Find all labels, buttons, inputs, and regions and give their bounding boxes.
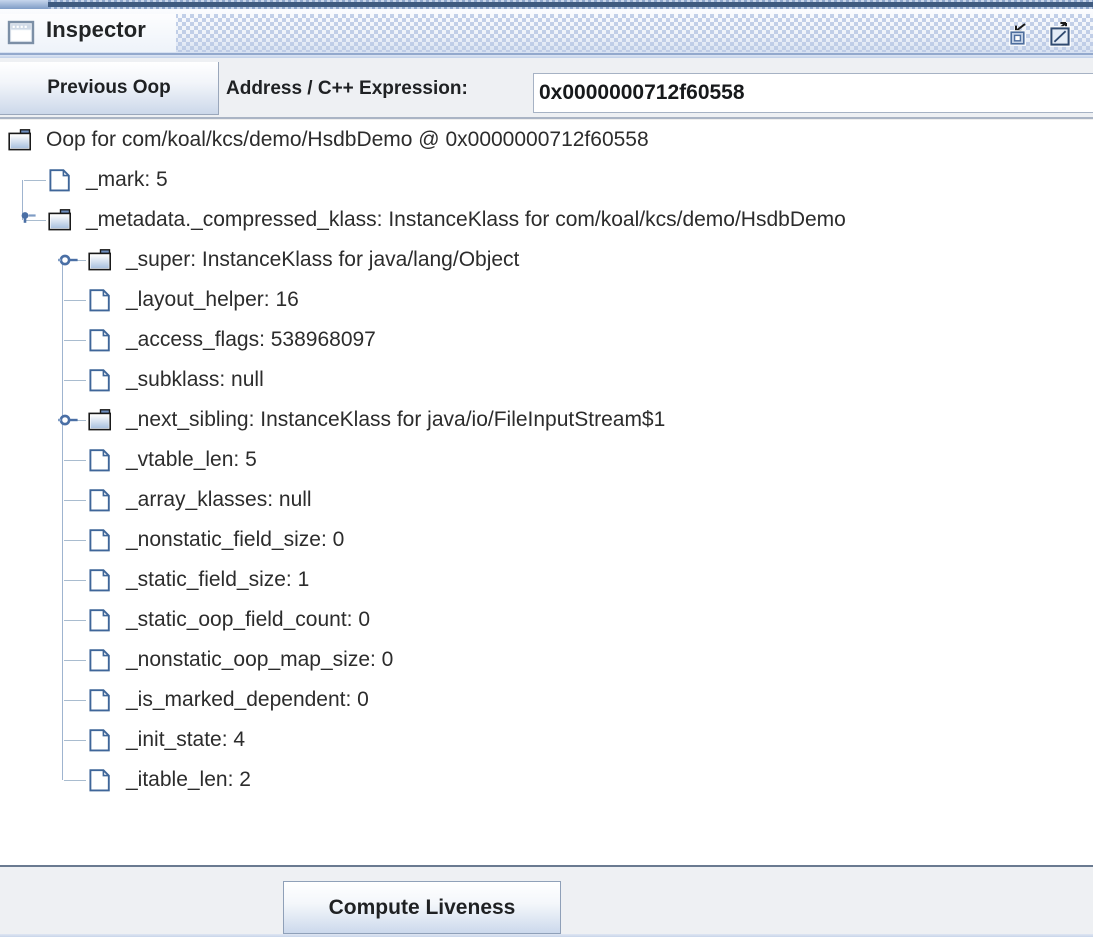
tree-row[interactable]: _super: InstanceKlass for java/lang/Obje…: [88, 240, 519, 280]
tree-row-label: _nonstatic_oop_map_size: 0: [126, 648, 394, 671]
tree-row[interactable]: _vtable_len: 5: [88, 440, 257, 480]
address-expression-label: Address / C++ Expression:: [226, 77, 468, 99]
tree-connector-line: [64, 340, 86, 341]
document-icon: [88, 688, 119, 712]
document-icon: [88, 608, 119, 632]
tree-row[interactable]: Oop for com/koal/kcs/demo/HsdbDemo @ 0x0…: [8, 120, 649, 160]
tree-row[interactable]: _subklass: null: [88, 360, 264, 400]
tree-row-label: _subklass: null: [126, 368, 264, 391]
tree-connector-line: [64, 620, 86, 621]
folder-icon: [48, 208, 79, 232]
tree-connector-line: [64, 300, 86, 301]
tree-row-label: _static_oop_field_count: 0: [126, 608, 371, 631]
tree-row[interactable]: _access_flags: 538968097: [88, 320, 376, 360]
tree-connector-line: [64, 380, 86, 381]
tree-connector-line: [24, 180, 46, 181]
internal-frame-icon: [5, 16, 37, 48]
tree-row-label: _mark: 5: [86, 168, 168, 191]
tree-row[interactable]: _array_klasses: null: [88, 480, 312, 520]
tree-row-label: _access_flags: 538968097: [126, 328, 376, 351]
compute-liveness-button[interactable]: Compute Liveness: [283, 881, 561, 934]
document-icon: [88, 648, 119, 672]
tree-row[interactable]: _mark: 5: [48, 160, 168, 200]
parent-window-titlebar-sliver: [0, 0, 1093, 9]
tree-row-label: _vtable_len: 5: [126, 448, 257, 471]
document-icon: [88, 728, 119, 752]
tree-row[interactable]: _nonstatic_oop_map_size: 0: [88, 640, 393, 680]
toolbar-divider: [0, 117, 1093, 119]
inspector-internal-frame: Inspector Previous Oop Address / C++ Exp…: [0, 9, 1093, 937]
folder-icon: [8, 128, 39, 152]
folder-icon: [88, 408, 119, 432]
tree-connector-line: [64, 460, 86, 461]
tree-connector-line: [64, 580, 86, 581]
tree-row-label: _layout_helper: 16: [126, 288, 299, 311]
maximize-window-icon[interactable]: [1045, 21, 1077, 49]
tree-row[interactable]: _itable_len: 2: [88, 760, 251, 800]
tree-expand-handle[interactable]: [58, 249, 80, 271]
tree-row[interactable]: _static_oop_field_count: 0: [88, 600, 370, 640]
tree-collapse-handle[interactable]: [18, 209, 40, 231]
document-icon: [88, 568, 119, 592]
tree-row[interactable]: _layout_helper: 16: [88, 280, 299, 320]
document-icon: [88, 448, 119, 472]
parent-titlebar-left-cap: [0, 0, 48, 9]
document-icon: [88, 328, 119, 352]
document-icon: [88, 288, 119, 312]
tree-row-label: Oop for com/koal/kcs/demo/HsdbDemo @ 0x0…: [46, 128, 649, 151]
document-icon: [88, 768, 119, 792]
tree-connector-line: [64, 500, 86, 501]
document-icon: [88, 528, 119, 552]
tree-row-label: _nonstatic_field_size: 0: [126, 528, 345, 551]
tree-row-label: _super: InstanceKlass for java/lang/Obje…: [126, 248, 520, 271]
tree-row-label: _itable_len: 2: [126, 768, 251, 791]
tree-row[interactable]: _next_sibling: InstanceKlass for java/io…: [88, 400, 665, 440]
tree-row[interactable]: _nonstatic_field_size: 0: [88, 520, 344, 560]
tree-connector-line: [64, 700, 86, 701]
document-icon: [88, 488, 119, 512]
tree-row-label: _next_sibling: InstanceKlass for java/io…: [126, 408, 666, 431]
tree-row-label: _metadata._compressed_klass: InstanceKla…: [86, 208, 846, 231]
oop-inspector-tree[interactable]: Oop for com/koal/kcs/demo/HsdbDemo @ 0x0…: [0, 120, 1093, 865]
titlebar-texture: [170, 14, 1093, 52]
document-icon: [48, 168, 79, 192]
previous-oop-button[interactable]: Previous Oop: [0, 62, 219, 115]
tree-connector-line: [64, 540, 86, 541]
window-titlebar[interactable]: Inspector: [0, 9, 1093, 58]
parent-titlebar-bar: [48, 2, 1093, 7]
tree-connector-line: [64, 740, 86, 741]
tree-guide-line: [62, 260, 63, 780]
tree-row-label: _is_marked_dependent: 0: [126, 688, 369, 711]
tree-connector-line: [64, 660, 86, 661]
restore-window-icon[interactable]: [1003, 21, 1035, 49]
tree-expand-handle[interactable]: [58, 409, 80, 431]
tree-row-label: _array_klasses: null: [126, 488, 312, 511]
tree-connector-line: [64, 780, 86, 781]
tree-row[interactable]: _init_state: 4: [88, 720, 245, 760]
tree-row[interactable]: _metadata._compressed_klass: InstanceKla…: [48, 200, 846, 240]
tree-row-label: _init_state: 4: [126, 728, 246, 751]
footer-bar: Compute Liveness: [0, 867, 1093, 937]
tree-row[interactable]: _is_marked_dependent: 0: [88, 680, 369, 720]
address-input[interactable]: 0x0000000712f60558: [533, 73, 1093, 113]
folder-icon: [88, 248, 119, 272]
document-icon: [88, 368, 119, 392]
address-input-value: 0x0000000712f60558: [539, 81, 745, 104]
tree-row-label: _static_field_size: 1: [126, 568, 310, 591]
window-title: Inspector: [46, 17, 146, 42]
tree-row[interactable]: _static_field_size: 1: [88, 560, 309, 600]
